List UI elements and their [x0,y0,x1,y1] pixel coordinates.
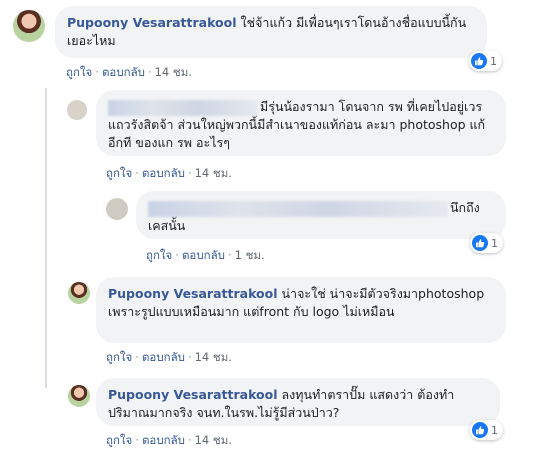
reaction-count: 1 [491,236,498,250]
avatar[interactable] [68,282,90,304]
like-icon [471,53,487,69]
timestamp[interactable]: 1 ชม. [235,248,265,262]
like-button[interactable]: ถูกใจ [106,350,132,364]
comment-author[interactable]: Pupoony Vesarattrakool [108,286,278,301]
redacted-name [108,99,258,116]
reaction-badge[interactable]: 1 [469,51,502,71]
reaction-count: 1 [490,54,497,68]
comment-actions: ถูกใจ · ตอบกลับ · 14 ชม. [106,350,232,364]
comment-bubble: Pupoony Vesarattrakool ใช่จ้าแก้ว มีเพื่อ… [55,6,487,58]
like-icon [472,235,488,251]
reply-button[interactable]: ตอบกลับ [102,65,145,79]
comment-actions: ถูกใจ · ตอบกลับ · 1 ชม. [146,248,265,262]
like-button[interactable]: ถูกใจ [146,248,172,262]
avatar[interactable] [13,10,45,42]
timestamp[interactable]: 14 ชม. [155,65,192,79]
reply-button[interactable]: ตอบกลับ [142,433,185,447]
redacted-name [148,200,448,217]
avatar[interactable] [106,198,128,220]
comment-bubble: Pupoony Vesarattrakool ลงทุนทำตราปั๊ม แสด… [96,378,500,426]
reaction-count: 1 [491,423,498,437]
comment-bubble: นึกถึงเคสนั้น [136,191,506,239]
comment-author[interactable]: Pupoony Vesarattrakool [108,387,278,402]
like-button[interactable]: ถูกใจ [106,433,132,447]
comment-actions: ถูกใจ · ตอบกลับ · 14 ชม. [66,65,192,79]
timestamp[interactable]: 14 ชม. [195,350,232,364]
reply-button[interactable]: ตอบกลับ [142,166,185,180]
avatar[interactable] [67,100,87,120]
reply-button[interactable]: ตอบกลับ [142,350,185,364]
like-icon [472,422,488,438]
comment-author[interactable]: Pupoony Vesarattrakool [67,15,237,30]
like-button[interactable]: ถูกใจ [66,65,92,79]
reaction-badge[interactable]: 1 [470,233,503,253]
reply-button[interactable]: ตอบกลับ [182,248,225,262]
timestamp[interactable]: 14 ชม. [195,166,232,180]
comment-actions: ถูกใจ · ตอบกลับ · 14 ชม. [106,166,232,180]
like-button[interactable]: ถูกใจ [106,166,132,180]
comment-bubble: มีรุ่นน้องรามา โดนจาก รพ ที่เคยไปอยู่เวร… [96,90,506,156]
thread-line [45,88,47,388]
avatar[interactable] [68,385,90,407]
reaction-badge[interactable]: 1 [470,420,503,440]
timestamp[interactable]: 14 ชม. [195,433,232,447]
comment-bubble: Pupoony Vesarattrakool น่าจะใช่ น่าจะมีตั… [96,277,506,343]
comment-actions: ถูกใจ · ตอบกลับ · 14 ชม. [106,433,232,447]
